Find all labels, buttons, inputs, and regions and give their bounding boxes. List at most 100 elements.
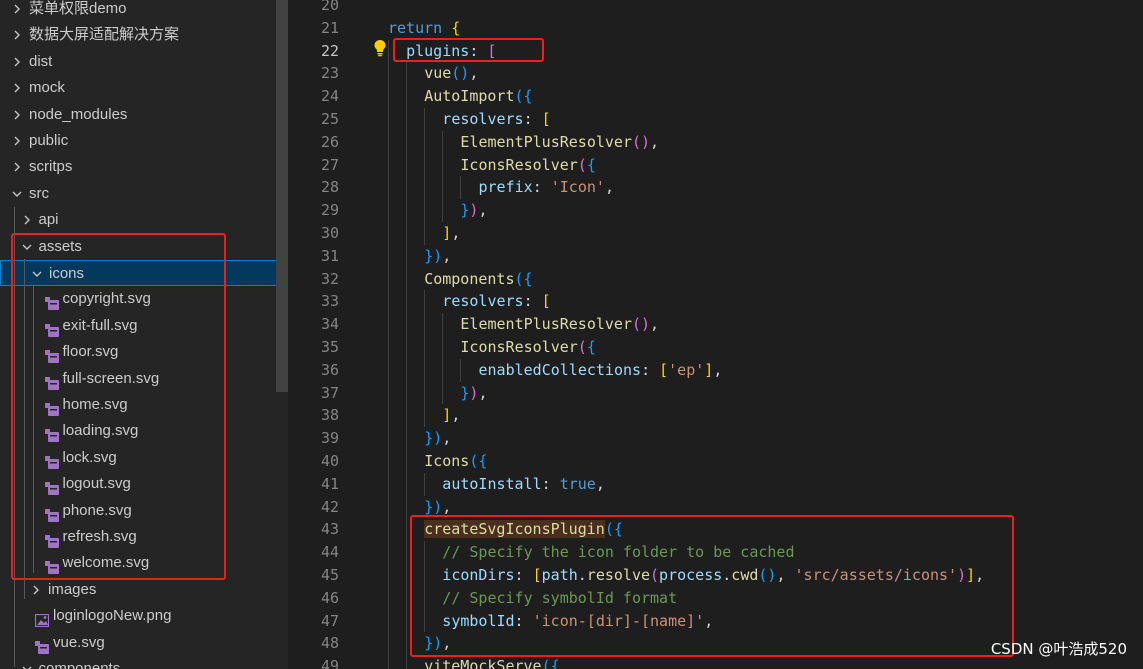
tree-item-label: logout.svg bbox=[62, 475, 131, 493]
tree-item-scritps[interactable]: scritps bbox=[0, 154, 288, 180]
tree-item-logout-svg[interactable]: logout.svg bbox=[0, 471, 288, 497]
lightbulb-icon[interactable] bbox=[373, 39, 387, 57]
tree-item-public[interactable]: public bbox=[0, 128, 288, 154]
tree-item-copyright-svg[interactable]: copyright.svg bbox=[0, 286, 288, 312]
line-number: 21 bbox=[320, 18, 339, 37]
code-line[interactable]: Components({ bbox=[424, 268, 532, 291]
chevron-right-icon[interactable] bbox=[10, 102, 24, 128]
code-token: ({ bbox=[514, 87, 533, 106]
tree-item-item-1[interactable]: 数据大屏适配解决方案 bbox=[0, 22, 288, 48]
code-line[interactable]: }), bbox=[460, 199, 487, 222]
tree-item-exit-full-svg[interactable]: exit-full.svg bbox=[0, 313, 288, 339]
chevron-right-icon[interactable] bbox=[20, 207, 34, 233]
tree-item-dist[interactable]: dist bbox=[0, 49, 288, 75]
svg-file-icon bbox=[44, 452, 59, 469]
chevron-right-icon[interactable] bbox=[29, 577, 43, 603]
chevron-right-icon[interactable] bbox=[10, 128, 24, 154]
tree-item-welcome-svg[interactable]: welcome.svg bbox=[0, 550, 288, 576]
code-token: // Specify symbolId format bbox=[442, 588, 678, 607]
code-line[interactable]: ElementPlusResolver(), bbox=[460, 131, 659, 154]
indent-guide bbox=[388, 358, 389, 382]
code-line[interactable]: // Specify symbolId format bbox=[442, 587, 677, 610]
code-line[interactable]: }), bbox=[424, 632, 451, 655]
line-number: 46 bbox=[320, 588, 339, 607]
indent-guide bbox=[442, 358, 444, 382]
code-line[interactable]: symbolId: 'icon-[dir]-[name]', bbox=[442, 610, 713, 633]
code-token: ({ bbox=[469, 452, 488, 470]
code-line[interactable]: return { bbox=[388, 17, 460, 40]
code-line[interactable]: }), bbox=[424, 496, 451, 519]
tree-item-full-screen-svg[interactable]: full-screen.svg bbox=[0, 366, 288, 392]
tree-item-demo[interactable]: 菜单权限demo bbox=[0, 0, 288, 22]
code-token: ] bbox=[966, 566, 976, 584]
indent-guide bbox=[388, 564, 389, 587]
code-line[interactable]: iconDirs: [path.resolve(process.cwd(), '… bbox=[442, 564, 984, 587]
code-line[interactable]: ], bbox=[442, 222, 460, 245]
indent-guide bbox=[424, 108, 426, 131]
code-line[interactable]: ], bbox=[442, 404, 460, 427]
indent-guide bbox=[442, 199, 444, 222]
chevron-right-icon[interactable] bbox=[10, 49, 24, 75]
code-line[interactable]: IconsResolver({ bbox=[460, 154, 595, 177]
tree-item-label: api bbox=[38, 211, 59, 229]
code-line[interactable]: }), bbox=[460, 382, 487, 405]
chevron-right-icon[interactable] bbox=[10, 0, 24, 22]
file-explorer: 菜单权限demo 数据大屏适配解决方案 dist mock node_modules pu… bbox=[0, 0, 288, 669]
code-editor[interactable]: 20 21 22 23 24 25 26 27 28 29 30 31 32 33 34 35 36 37 38 39… bbox=[288, 0, 1143, 669]
code-line[interactable]: vue(), bbox=[424, 62, 478, 85]
tree-item-loginlogonew-png[interactable]: loginlogoNew.png bbox=[0, 603, 288, 629]
tree-item-components[interactable]: components bbox=[0, 656, 288, 669]
code-line[interactable]: plugins: [ bbox=[406, 40, 496, 63]
tree-item-loading-svg[interactable]: loading.svg bbox=[0, 418, 288, 444]
tree-item-mock[interactable]: mock bbox=[0, 75, 288, 101]
code-line[interactable]: resolvers: [ bbox=[442, 108, 550, 131]
chevron-right-icon[interactable] bbox=[10, 75, 24, 101]
tree-item-floor-svg[interactable]: floor.svg bbox=[0, 339, 288, 365]
chevron-right-icon[interactable] bbox=[10, 154, 24, 180]
explorer-scrollbar[interactable] bbox=[276, 0, 288, 392]
tree-item-api[interactable]: api bbox=[0, 207, 288, 233]
code-line[interactable]: autoInstall: true, bbox=[442, 473, 605, 496]
chevron-down-icon[interactable] bbox=[10, 181, 24, 207]
code-line[interactable]: Icons({ bbox=[424, 450, 487, 473]
tree-item-assets[interactable]: assets bbox=[0, 234, 288, 260]
code-line[interactable]: enabledCollections: ['ep'], bbox=[479, 359, 723, 382]
svg-file-icon bbox=[35, 637, 49, 654]
svg-file-icon bbox=[44, 478, 59, 496]
tree-item-src[interactable]: src bbox=[0, 181, 288, 207]
tree-item-vue-svg[interactable]: vue.svg bbox=[0, 630, 288, 656]
code-line[interactable]: resolvers: [ bbox=[442, 290, 550, 313]
code-line[interactable]: IconsResolver({ bbox=[460, 336, 595, 359]
tree-item-images[interactable]: images bbox=[0, 577, 288, 603]
code-line[interactable]: prefix: 'Icon', bbox=[479, 176, 614, 199]
svg-file-icon bbox=[44, 293, 59, 311]
tree-item-icons[interactable]: icons bbox=[0, 260, 288, 286]
code-line[interactable]: ElementPlusResolver(), bbox=[460, 313, 659, 336]
code-token: vue bbox=[424, 64, 452, 83]
line-number: 26 bbox=[320, 132, 339, 151]
tree-item-lock-svg[interactable]: lock.svg bbox=[0, 445, 288, 471]
code-line[interactable]: }), bbox=[424, 245, 451, 268]
code-line[interactable]: AutoImport({ bbox=[424, 85, 532, 108]
indent-guide bbox=[388, 222, 389, 245]
tree-item-home-svg[interactable]: home.svg bbox=[0, 392, 288, 418]
tree-item-node-modules[interactable]: node_modules bbox=[0, 102, 288, 128]
tree-item-phone-svg[interactable]: phone.svg bbox=[0, 498, 288, 524]
chevron-down-icon[interactable] bbox=[30, 261, 44, 287]
code-line[interactable]: }), bbox=[424, 427, 451, 450]
indent-guide bbox=[388, 62, 389, 86]
chevron-down-icon[interactable] bbox=[20, 656, 34, 669]
tree-item-refresh-svg[interactable]: refresh.svg bbox=[0, 524, 288, 550]
indent-guide bbox=[424, 358, 426, 382]
chevron-right-icon[interactable] bbox=[10, 22, 24, 48]
code-line[interactable]: viteMockServe({ bbox=[424, 655, 559, 669]
indent-guide bbox=[442, 153, 444, 177]
code-token: , bbox=[451, 224, 461, 242]
chevron-down-icon[interactable] bbox=[20, 234, 34, 260]
indent-guide bbox=[442, 313, 444, 336]
code-line[interactable]: createSvgIconsPlugin({ bbox=[424, 518, 623, 541]
code-token: 'icon-[dir]-[name]' bbox=[532, 611, 705, 630]
indent-guide bbox=[406, 313, 408, 336]
code-line[interactable]: // Specify the icon folder to be cached bbox=[442, 541, 794, 564]
